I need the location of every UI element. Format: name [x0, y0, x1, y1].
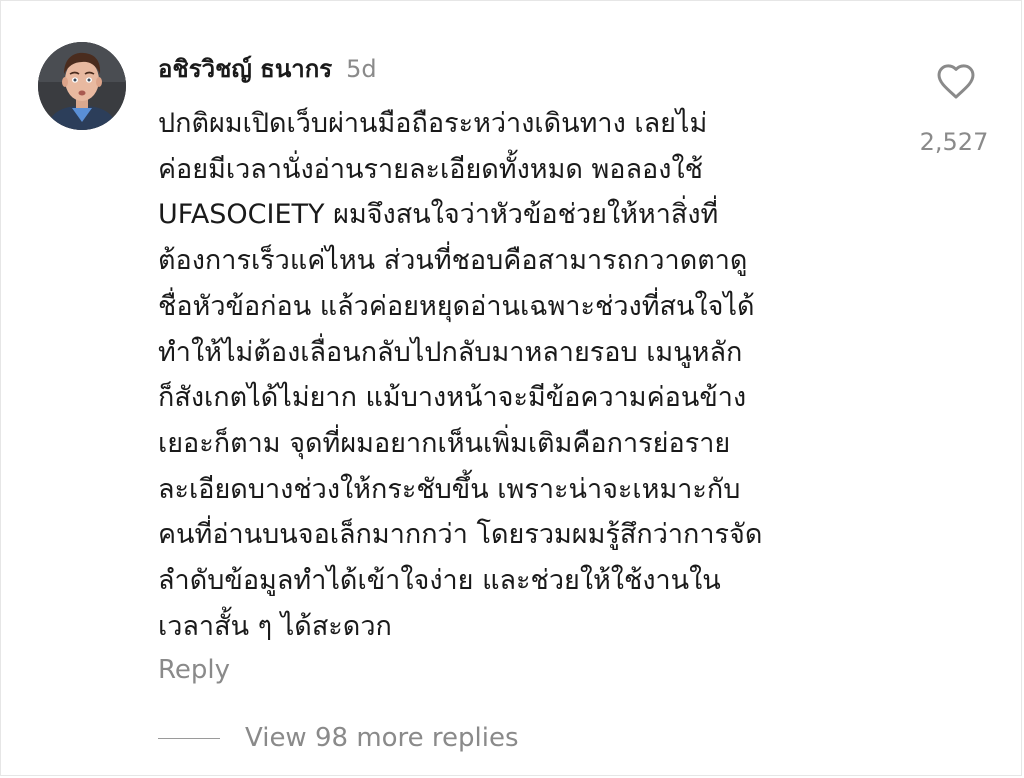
- view-more-replies-label: View 98 more replies: [245, 723, 519, 753]
- author-name[interactable]: อชิรวิชญ์ ธนากร: [158, 49, 332, 88]
- comment-line: เยอะก็ตาม จุดที่ผมอยากเห็นเพิ่มเติมคือกา…: [158, 427, 731, 459]
- avatar[interactable]: [38, 42, 126, 130]
- comment-line: ชื่อหัวข้อก่อน แล้วค่อยหยุดอ่านเฉพาะช่วง…: [158, 290, 755, 322]
- avatar-image: [38, 42, 126, 130]
- comment-line: UFASOCIETY ผมจึงสนใจว่าหัวข้อช่วยให้หาสิ…: [158, 199, 719, 231]
- like-button[interactable]: [935, 61, 977, 103]
- comment-line: ก็สังเกตได้ไม่ยาก แม้บางหน้าจะมีข้อความค…: [158, 382, 747, 414]
- replies-divider: [158, 737, 220, 739]
- comment-line: คนที่อ่านบนจอเล็กมากกว่า โดยรวมผมรู้สึกว…: [158, 519, 763, 551]
- comment-line: ต้องการเร็วแค่ไหน ส่วนที่ชอบคือสามารถกวา…: [158, 245, 748, 277]
- comment-line: ลำดับข้อมูลทำได้เข้าใจง่าย และช่วยให้ใช้…: [158, 565, 721, 597]
- comment-line: ละเอียดบางช่วงให้กระชับขึ้น เพราะน่าจะเห…: [158, 473, 741, 505]
- reply-button[interactable]: Reply: [158, 655, 230, 685]
- comment-line: ค่อยมีเวลานั่งอ่านรายละเอียดทั้งหมด พอลอ…: [158, 153, 703, 185]
- comment-line: ปกติผมเปิดเว็บผ่านมือถือระหว่างเดินทาง เ…: [158, 108, 708, 139]
- comment-line: เวลาสั้น ๆ ได้สะดวก: [158, 610, 392, 642]
- timestamp: 5d: [346, 55, 377, 83]
- comment-line: ทำให้ไม่ต้องเลื่อนกลับไปกลับมาหลายรอบ เม…: [158, 336, 743, 368]
- comment-header: อชิรวิชญ์ ธนากร 5d: [158, 49, 377, 83]
- comment-text: ปกติผมเปิดเว็บผ่านมือถือระหว่างเดินทาง เ…: [158, 101, 878, 649]
- view-more-replies-button[interactable]: View 98 more replies: [158, 723, 519, 753]
- like-count: 2,527: [919, 128, 989, 156]
- comment-card: อชิรวิชญ์ ธนากร 5d ปกติผมเปิดเว็บผ่านมือ…: [0, 0, 1022, 776]
- heart-outline-icon: [937, 64, 975, 99]
